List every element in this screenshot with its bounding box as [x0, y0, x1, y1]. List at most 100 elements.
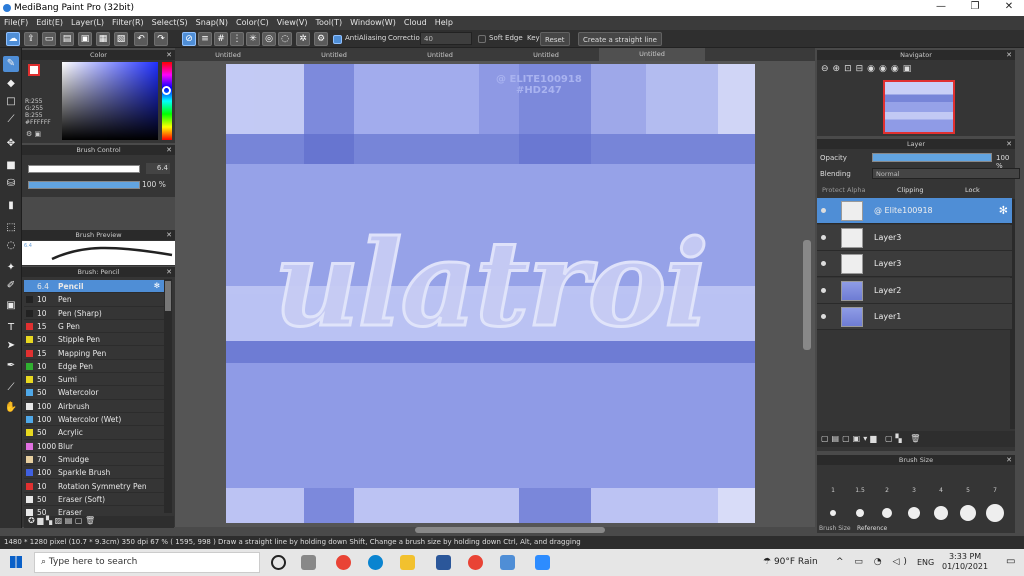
curve-snap-icon[interactable]: ◌ [278, 32, 292, 46]
language-indicator[interactable]: ENG [917, 558, 934, 567]
brush-item[interactable]: 50 Stipple Pen [24, 333, 164, 347]
brush-menu-icon[interactable]: ▚ [46, 516, 55, 525]
settings-icon[interactable]: ⚙ [314, 32, 328, 46]
brush-size-cell[interactable]: 5 [956, 487, 980, 494]
color-saturation-square[interactable] [62, 62, 158, 140]
minimize-button[interactable]: — [926, 1, 956, 12]
brush-size-dot[interactable] [908, 507, 920, 519]
tab-untitled-4[interactable]: Untitled [493, 51, 599, 59]
tab-brush-size[interactable]: Brush Size [819, 525, 851, 532]
brush-item[interactable]: 50 Eraser (Soft) [24, 493, 164, 507]
tab-untitled-2[interactable]: Untitled [281, 51, 387, 59]
tab-untitled-5[interactable]: Untitled [599, 48, 705, 61]
brush-size-cell[interactable]: 4 [929, 487, 953, 494]
navigator-thumbnail[interactable] [883, 80, 955, 134]
brush-item[interactable]: 10 Edge Pen [24, 360, 164, 374]
brush-tool-icon[interactable]: ⟋ [3, 112, 19, 128]
medibang-icon[interactable] [500, 555, 515, 570]
select-tool-icon[interactable]: ⬚ [3, 220, 19, 236]
menu-help[interactable]: Help [431, 16, 457, 29]
correction-select[interactable]: 40 [420, 32, 472, 45]
brush-item[interactable]: 15 Mapping Pen [24, 347, 164, 360]
add-brush-icon[interactable]: ✪ [28, 516, 37, 525]
menu-file[interactable]: File(F) [0, 16, 32, 29]
artwork-canvas[interactable]: @ ELITE100918 #HD247 ulatroi [226, 64, 755, 523]
hand-tool-icon[interactable]: ✋ [3, 400, 19, 416]
layer-row[interactable]: Layer3 [817, 251, 1012, 277]
layer-row[interactable]: Layer1 [817, 304, 1012, 330]
visibility-eye-icon[interactable] [821, 208, 826, 213]
brush-item[interactable]: 50 Watercolor [24, 386, 164, 400]
text-tool-icon[interactable]: T [3, 320, 19, 336]
menu-edit[interactable]: Edit(E) [32, 16, 67, 29]
symmetry-icon[interactable]: ✲ [296, 32, 310, 46]
menu-view[interactable]: View(V) [273, 16, 312, 29]
fill-rect-tool-icon[interactable]: ■ [3, 158, 19, 174]
brush-size-cell[interactable]: 7 [983, 487, 1007, 494]
maximize-button[interactable]: ❐ [960, 1, 990, 12]
task-view-icon[interactable] [271, 555, 286, 570]
canvas-vertical-scrollbar[interactable] [803, 240, 811, 350]
windows-start-icon[interactable] [10, 556, 22, 568]
brush-item[interactable]: 15 G Pen [24, 320, 164, 334]
menu-snap[interactable]: Snap(N) [192, 16, 232, 29]
layer-row[interactable]: Layer2 [817, 277, 1012, 304]
brush-size-slider[interactable] [28, 165, 140, 173]
layer-opacity-slider[interactable] [872, 153, 992, 162]
canvas-horizontal-scrollbar[interactable] [415, 527, 605, 533]
menu-tool[interactable]: Tool(T) [311, 16, 346, 29]
clipping-checkbox[interactable]: Clipping [897, 186, 923, 194]
duplicate-icon[interactable]: ▤ [65, 516, 75, 525]
divide-tool-icon[interactable]: ▣ [3, 298, 19, 314]
lock-checkbox[interactable]: Lock [965, 186, 980, 194]
folder-icon[interactable]: ▆ [37, 516, 46, 525]
hue-handle[interactable] [162, 86, 171, 95]
straight-line-button[interactable]: Create a straight line [578, 32, 662, 46]
export-icon[interactable]: ▧ [114, 32, 128, 46]
blending-select[interactable]: Normal [872, 168, 1020, 179]
brush-item[interactable]: 50 Sumi [24, 373, 164, 387]
tab-untitled-3[interactable]: Untitled [387, 51, 493, 59]
upload-icon[interactable]: ⇪ [24, 32, 38, 46]
visibility-eye-icon[interactable] [821, 314, 826, 319]
brush-item[interactable]: 70 Smudge [24, 453, 164, 467]
brush-size-cell[interactable]: 1 [821, 487, 845, 494]
hue-slider[interactable] [162, 62, 172, 140]
visibility-eye-icon[interactable] [821, 261, 826, 266]
layer-toolbar[interactable]: ▢▤▢▣▾▆ ▢▚ 🗑 [817, 431, 1015, 447]
radial-snap-icon[interactable]: ✳ [246, 32, 260, 46]
delete-brush-icon[interactable]: 🗑 [85, 516, 95, 525]
bucket-tool-icon[interactable]: ⛁ [3, 176, 19, 192]
visibility-eye-icon[interactable] [821, 234, 826, 240]
brush-item[interactable]: 100 Sparkle Brush [24, 466, 164, 480]
concentric-snap-icon[interactable]: ◎ [262, 32, 276, 46]
brush-item[interactable]: 10 Rotation Symmetry Pen [24, 480, 164, 493]
clock[interactable]: 3:33 PM 01/10/2021 [942, 552, 988, 572]
layer-settings-icon[interactable]: ✻ [999, 204, 1008, 217]
brush-item[interactable]: 100 Watercolor (Wet) [24, 413, 164, 427]
close-button[interactable]: ✕ [994, 1, 1024, 12]
comment-icon[interactable]: ▤ [60, 32, 74, 46]
brush-size-dot[interactable] [882, 508, 892, 518]
notification-icon[interactable]: ▭ [1006, 556, 1015, 567]
dropper-tool-icon[interactable]: ⟋ [3, 380, 19, 396]
grid-snap-icon[interactable]: # [214, 32, 228, 46]
brush-size-cell[interactable]: 3 [902, 487, 926, 494]
copy-icon[interactable]: ▢ [75, 516, 85, 525]
layer-row[interactable]: Layer3 [817, 224, 1012, 251]
brush-size-cell[interactable]: 2 [875, 487, 899, 494]
redo-icon[interactable]: ↷ [154, 32, 168, 46]
tray-icons[interactable]: ^ ▭ ◔ ◁) [836, 557, 911, 567]
lasso-tool-icon[interactable]: ◌ [3, 238, 19, 254]
taskbar-search-box[interactable]: ⌕ Type here to search [34, 552, 260, 573]
soft-edge-checkbox[interactable] [478, 35, 486, 43]
parallel-snap-icon[interactable]: ≡ [198, 32, 212, 46]
layer-row[interactable]: @ Elite100918 ✻ [817, 198, 1012, 224]
chrome-icon[interactable] [336, 555, 351, 570]
share-icon[interactable]: ▣ [78, 32, 92, 46]
brush-item[interactable]: 10 Pen (Sharp) [24, 307, 164, 320]
brush-list-scroll-thumb[interactable] [165, 281, 171, 311]
brush-size-cell[interactable]: 1.5 [848, 487, 872, 494]
operation-tool-icon[interactable]: ➤ [3, 338, 19, 354]
color-picker-buttons[interactable]: ⚙ ▣ [26, 130, 56, 138]
